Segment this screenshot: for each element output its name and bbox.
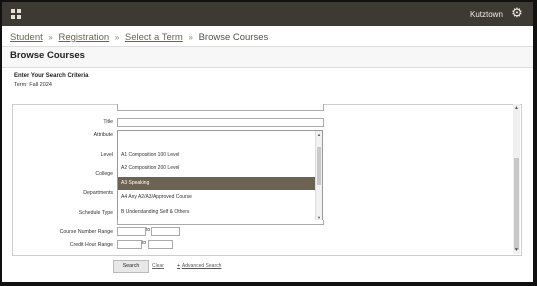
schedule-type-field[interactable] <box>117 220 324 225</box>
breadcrumb-select-term[interactable]: Select a Term <box>125 32 183 43</box>
subject-field[interactable] <box>117 104 324 111</box>
apps-grid-icon[interactable] <box>11 9 21 19</box>
schedule-type-label: Schedule Type <box>78 210 113 216</box>
attribute-option[interactable]: A4 Any A2/A3/Approved Course <box>118 191 317 204</box>
expand-plus-icon: + <box>177 263 180 269</box>
breadcrumb-separator: » <box>188 33 193 42</box>
attribute-option[interactable]: A2 Composition 200 Level <box>118 162 317 175</box>
clear-link[interactable]: Clear <box>152 263 164 269</box>
breadcrumb: Student » Registration » Select a Term »… <box>10 31 268 45</box>
to-label: to <box>146 227 151 233</box>
page-header: Browse Courses <box>2 46 533 68</box>
chevron-up-icon[interactable]: ▲ <box>317 132 321 137</box>
scroll-up-icon[interactable]: ▲ <box>514 105 519 111</box>
title-input[interactable] <box>117 118 324 127</box>
scroll-down-icon[interactable]: ▼ <box>514 247 519 253</box>
term-label: Term: Fall 2024 <box>14 82 52 88</box>
app-window: Kutztown ⚙ Student » Registration » Sele… <box>2 2 533 282</box>
breadcrumb-current: Browse Courses <box>198 32 269 43</box>
attribute-label: Attribute <box>93 132 113 138</box>
listbox-scrollbar[interactable]: ▲ ▼ <box>315 131 322 221</box>
page-title: Browse Courses <box>10 50 85 61</box>
to-label: to <box>142 240 147 246</box>
credit-hour-from-input[interactable] <box>117 240 142 249</box>
attribute-option[interactable]: B Understanding Self & Others <box>118 206 317 219</box>
credit-hour-range-label: Credit Hour Range <box>69 242 113 248</box>
breadcrumb-separator: » <box>114 33 120 42</box>
advanced-search-label: Advanced Search <box>181 263 222 269</box>
top-bar: Kutztown ⚙ <box>2 2 533 26</box>
attribute-option[interactable]: A1 Composition 100 Level <box>118 149 317 162</box>
credit-hour-to-input[interactable] <box>148 240 173 249</box>
attribute-option-selected[interactable]: A3 Speaking <box>118 177 317 190</box>
breadcrumb-registration[interactable]: Registration <box>58 32 109 43</box>
course-number-range-label: Course Number Range <box>59 229 113 235</box>
breadcrumb-student[interactable]: Student <box>10 32 43 43</box>
listbox-scroll-thumb[interactable] <box>317 147 321 185</box>
panel-scrollbar[interactable]: ▲ ▼ <box>513 104 520 254</box>
scrollbar-thumb[interactable] <box>514 158 519 250</box>
search-button[interactable]: Search <box>113 260 149 273</box>
course-number-to-input[interactable] <box>151 227 180 236</box>
title-label: Title <box>103 119 113 125</box>
advanced-search-link[interactable]: + Advanced Search <box>177 263 221 269</box>
gear-icon[interactable]: ⚙ <box>510 6 524 20</box>
level-label: Level <box>100 152 113 158</box>
departments-label: Departments <box>83 190 113 196</box>
college-label: College <box>95 171 113 177</box>
attribute-listbox[interactable]: A1 Composition 100 Level A2 Composition … <box>117 130 323 222</box>
criteria-heading: Enter Your Search Criteria <box>14 73 89 79</box>
breadcrumb-separator: » <box>48 33 53 42</box>
course-number-from-input[interactable] <box>117 227 146 236</box>
institution-name: Kutztown <box>470 10 503 19</box>
